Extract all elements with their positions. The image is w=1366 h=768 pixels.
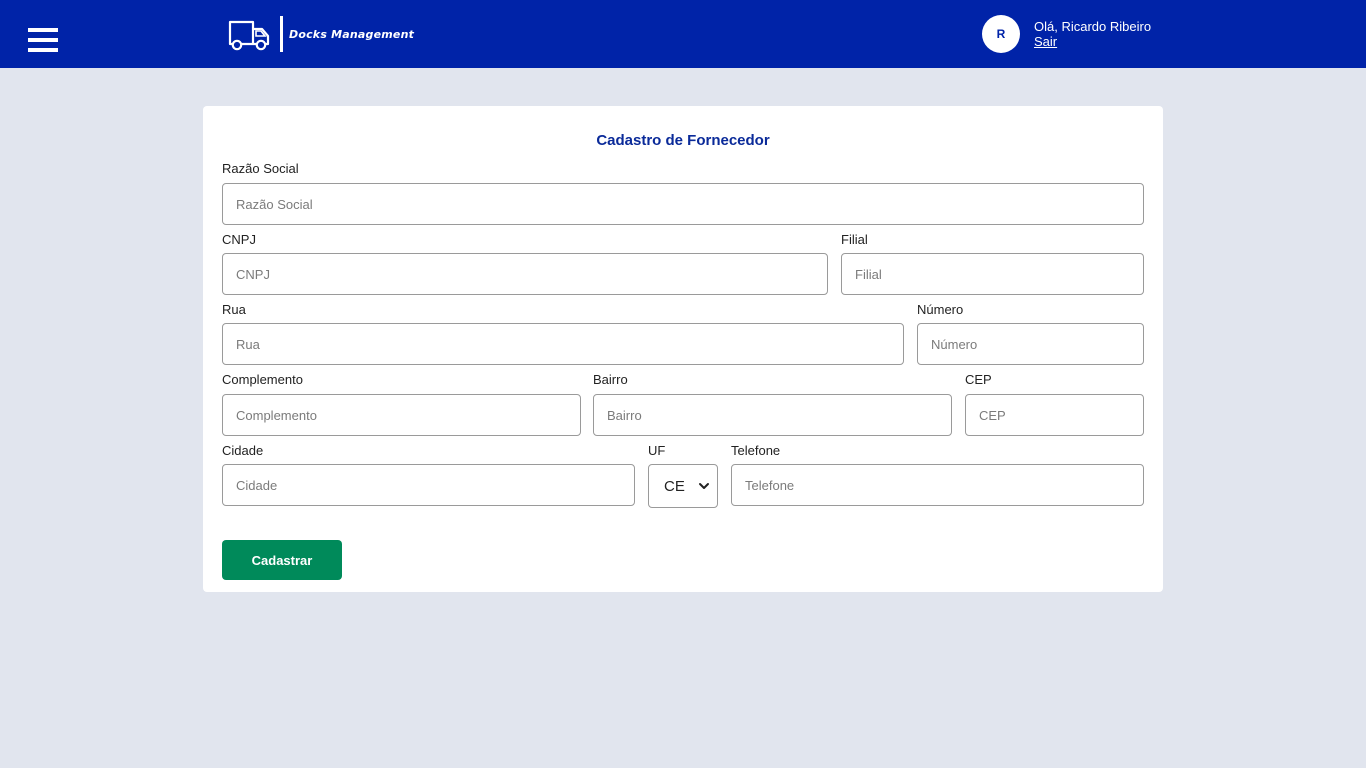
numero-input[interactable] [917,323,1144,365]
rua-input[interactable] [222,323,904,365]
cidade-input[interactable] [222,464,635,506]
brand-name: Docks Management [289,27,415,41]
top-navbar: Docks Management R Olá, Ricardo Ribeiro … [0,0,1366,68]
filial-input[interactable] [841,253,1144,295]
cep-label: CEP [965,372,992,387]
complemento-label: Complemento [222,372,303,387]
telefone-input[interactable] [731,464,1144,506]
hamburger-line [28,28,58,32]
cidade-label: Cidade [222,443,264,458]
truck-icon [228,20,270,51]
cnpj-label: CNPJ [222,232,256,247]
uf-select[interactable]: CE [648,464,718,508]
hamburger-line [28,38,58,42]
complemento-input[interactable] [222,394,581,436]
bairro-label: Bairro [593,372,628,387]
user-info: Olá, Ricardo Ribeiro Sair [1034,19,1151,49]
form-title: Cadastro de Fornecedor [596,132,770,149]
cnpj-input[interactable] [222,253,828,295]
hamburger-menu-icon[interactable] [28,28,58,53]
rua-label: Rua [222,302,246,317]
uf-label: UF [648,443,666,458]
app-logo[interactable]: Docks Management [228,16,414,52]
razao-social-input[interactable] [222,183,1144,225]
numero-label: Número [917,302,964,317]
bairro-input[interactable] [593,394,952,436]
avatar[interactable]: R [982,15,1020,53]
user-area: R Olá, Ricardo Ribeiro Sair [982,15,1151,53]
cadastrar-button[interactable]: Cadastrar [222,540,342,580]
cep-input[interactable] [965,394,1144,436]
logo-divider [280,16,283,52]
logout-link[interactable]: Sair [1034,34,1057,49]
supplier-form-card: Cadastro de Fornecedor Razão Social CNPJ… [203,106,1163,592]
user-greeting: Olá, Ricardo Ribeiro [1034,19,1152,34]
telefone-label: Telefone [731,443,781,458]
razao-social-label: Razão Social [222,161,299,176]
uf-selected-value: CE [664,477,685,495]
hamburger-line [28,48,58,52]
chevron-down-icon [699,483,709,489]
filial-label: Filial [841,232,868,247]
